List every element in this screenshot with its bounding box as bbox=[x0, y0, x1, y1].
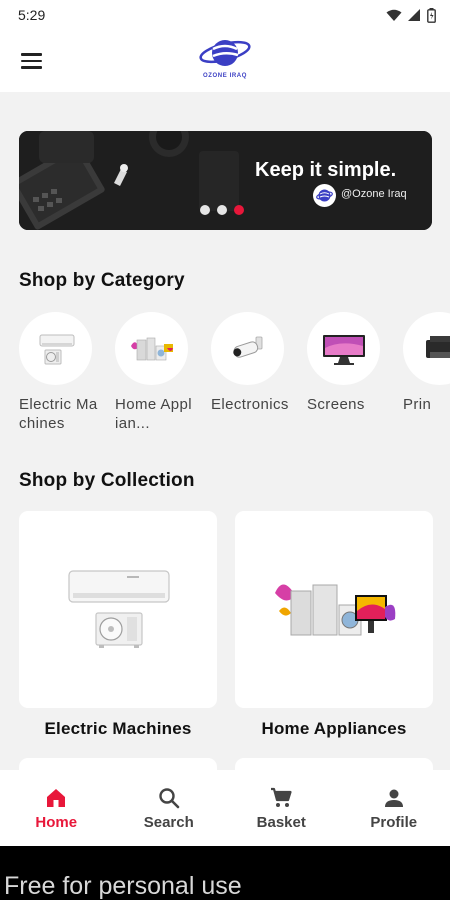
category-label: Electronics bbox=[211, 396, 289, 413]
carousel-dot-active[interactable] bbox=[234, 205, 244, 215]
home-appliances-icon bbox=[275, 584, 396, 636]
person-icon bbox=[384, 789, 403, 807]
air-conditioner-icon bbox=[68, 570, 170, 648]
battery-icon bbox=[427, 7, 436, 23]
signal-icon bbox=[408, 8, 420, 21]
category-label: Prin bbox=[403, 396, 432, 413]
nav-label: Basket bbox=[256, 813, 306, 831]
air-conditioner-icon bbox=[39, 334, 74, 364]
banner-logo-badge bbox=[313, 184, 336, 207]
nav-label: Home bbox=[35, 813, 78, 831]
category-image bbox=[403, 312, 450, 385]
collection-card-electric-machines[interactable] bbox=[19, 511, 217, 708]
collection-card-home-appliances[interactable] bbox=[235, 511, 433, 708]
category-item-electronics[interactable]: Electronics bbox=[211, 312, 289, 414]
bottom-navigation: Home Search Basket Profile bbox=[0, 770, 450, 846]
category-item-electric-machines[interactable]: Electric Machines bbox=[19, 312, 97, 433]
hamburger-icon-line bbox=[20, 59, 42, 63]
nav-basket[interactable]: Basket bbox=[225, 770, 338, 846]
logo-wordmark: OZONE IRAQ bbox=[202, 73, 247, 79]
carousel-dot[interactable] bbox=[217, 205, 227, 215]
category-image bbox=[211, 312, 284, 385]
globe-logo-icon bbox=[199, 40, 251, 66]
category-label: Screens bbox=[307, 396, 365, 413]
nav-search[interactable]: Search bbox=[113, 770, 226, 846]
category-item-printers[interactable]: Prin bbox=[403, 312, 450, 414]
status-icons bbox=[386, 7, 436, 23]
category-item-home-appliances[interactable]: Home Applian... bbox=[115, 312, 193, 433]
brand-logo[interactable]: OZONE IRAQ bbox=[193, 34, 257, 86]
watermark-text: Free for personal use bbox=[4, 872, 242, 900]
nav-label: Search bbox=[143, 813, 194, 831]
cart-icon bbox=[271, 787, 292, 807]
security-camera-icon bbox=[232, 336, 262, 358]
hamburger-icon-line bbox=[20, 53, 42, 56]
category-image bbox=[307, 312, 380, 385]
nav-home[interactable]: Home bbox=[0, 770, 113, 846]
category-image bbox=[19, 312, 92, 385]
menu-button[interactable] bbox=[14, 44, 48, 78]
banner-handle: @Ozone Iraq bbox=[341, 188, 407, 200]
search-icon bbox=[159, 787, 180, 808]
collection-label: Electric Machines bbox=[44, 719, 192, 738]
category-image bbox=[115, 312, 188, 385]
home-icon bbox=[47, 788, 66, 807]
promo-banner[interactable]: Keep it simple. @Ozone Iraq bbox=[19, 131, 432, 230]
nav-label: Profile bbox=[370, 813, 418, 831]
carousel-indicator bbox=[200, 205, 244, 215]
globe-logo-icon bbox=[316, 189, 333, 202]
status-time: 5:29 bbox=[18, 7, 46, 23]
monitor-icon bbox=[322, 334, 365, 365]
carousel-dot[interactable] bbox=[200, 205, 210, 215]
app-bar: OZONE IRAQ bbox=[0, 30, 450, 92]
category-section-title: Shop by Category bbox=[19, 270, 185, 291]
status-bar: 5:29 bbox=[0, 0, 450, 30]
category-label: Electric Machines bbox=[19, 396, 98, 432]
home-appliances-icon bbox=[130, 337, 173, 360]
printer-icon bbox=[425, 335, 450, 358]
watermark-bar: Free for personal use bbox=[0, 846, 450, 900]
collection-label: Home Appliances bbox=[261, 719, 407, 738]
category-item-screens[interactable]: Screens bbox=[307, 312, 385, 414]
hamburger-icon-line bbox=[20, 66, 42, 69]
wifi-icon bbox=[386, 9, 402, 21]
category-label: Home Applian... bbox=[115, 396, 192, 432]
nav-profile[interactable]: Profile bbox=[338, 770, 450, 846]
banner-headline: Keep it simple. bbox=[255, 159, 397, 181]
collection-section-title: Shop by Collection bbox=[19, 470, 195, 491]
category-carousel[interactable]: Electric Machines Home Applian... Electr… bbox=[19, 312, 450, 442]
